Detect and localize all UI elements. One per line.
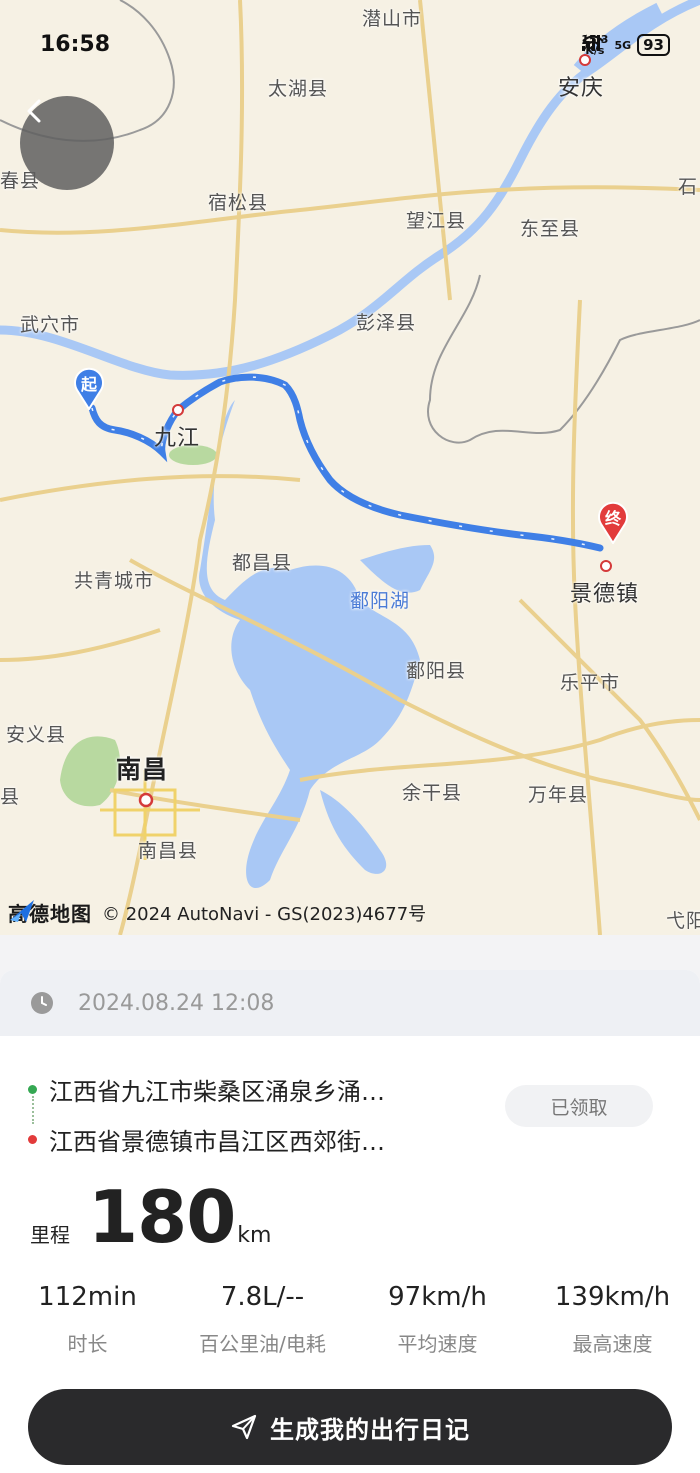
destination-address: 江西省景德镇市昌江区西郊街… [49, 1127, 385, 1156]
map-label: 彭泽县 [356, 312, 417, 334]
map-label: 潜山市 [362, 8, 423, 30]
map-label: 宿松县 [208, 192, 269, 214]
clock-icon [31, 992, 53, 1014]
start-marker-label: 起 [80, 375, 97, 394]
map-label: 武穴市 [20, 314, 81, 336]
map-label: 安义县 [6, 724, 67, 746]
map-label: 鄱阳县 [406, 660, 467, 682]
map-label: 太湖县 [268, 78, 329, 100]
stat-label: 时长 [67, 1332, 108, 1356]
distance-label: 里程 [30, 1223, 70, 1247]
map-label: 乐平市 [560, 672, 621, 694]
generate-journal-button[interactable]: 生成我的出行日记 [28, 1389, 672, 1465]
amap-logo-icon [10, 900, 34, 922]
back-button[interactable] [20, 96, 114, 190]
chevron-left-icon [27, 99, 41, 123]
stat-value: 112min [38, 1282, 137, 1312]
end-marker-label: 终 [604, 509, 621, 528]
stat-fuel: 7.8L/-- 百公里油/电耗 [175, 1282, 350, 1357]
stat-label: 最高速度 [572, 1332, 653, 1356]
charging-icon [582, 34, 591, 52]
map-label: 东至县 [520, 218, 581, 240]
map-label: 鄱阳湖 [350, 590, 411, 612]
send-icon [231, 1414, 257, 1440]
map-attribution: 高德地图 © 2024 AutoNavi - GS(2023)4677号 [8, 898, 426, 927]
distance-unit: km [237, 1223, 272, 1248]
map-label: 共青城市 [74, 570, 155, 592]
generate-journal-label: 生成我的出行日记 [270, 1415, 470, 1444]
map-label: 望江县 [406, 210, 467, 232]
map-label: 九江 [154, 426, 201, 451]
destination-row: 江西省景德镇市昌江区西郊街… [28, 1114, 385, 1164]
start-marker[interactable]: 起 [72, 366, 106, 410]
map-label: 弋阳 [666, 910, 700, 932]
stat-label: 百公里油/电耗 [199, 1332, 326, 1356]
stat-duration: 112min 时长 [0, 1282, 175, 1357]
map-label: 都昌县 [232, 552, 293, 574]
map-label: 南昌 [116, 755, 169, 784]
end-marker[interactable]: 终 [596, 500, 630, 544]
map-label: 南昌县 [138, 840, 199, 862]
trip-date-row: 2024.08.24 12:08 [0, 970, 700, 1036]
origin-dot [28, 1084, 37, 1094]
status-icons: 15.3 K/s 5G 93 [581, 34, 670, 56]
map-label: 安庆 [558, 76, 605, 101]
map-label: 万年县 [528, 784, 589, 806]
origin-row: 江西省九江市柴桑区涌泉乡涌… [28, 1064, 385, 1114]
stat-value: 139km/h [554, 1282, 671, 1312]
destination-dot [28, 1134, 37, 1144]
battery-indicator: 93 [637, 34, 670, 56]
map-label: 余干县 [402, 782, 463, 804]
trip-card: 2024.08.24 12:08 江西省九江市柴桑区涌泉乡涌… 江西省景德镇市昌… [0, 970, 700, 1473]
map-label: 石 [678, 176, 699, 198]
stat-avg-speed: 97km/h 平均速度 [350, 1282, 525, 1357]
map-label: 景德镇 [570, 582, 640, 607]
map-label: 县 [0, 786, 21, 808]
claimed-status-button[interactable]: 已领取 [505, 1085, 653, 1127]
stat-value: 7.8L/-- [220, 1282, 305, 1312]
distance-value: 180 [88, 1175, 236, 1259]
distance-summary: 里程 180 km [30, 1175, 271, 1259]
origin-address: 江西省九江市柴桑区涌泉乡涌… [49, 1077, 385, 1106]
route-addresses: 江西省九江市柴桑区涌泉乡涌… 江西省景德镇市昌江区西郊街… [28, 1064, 385, 1164]
stat-label: 平均速度 [397, 1332, 478, 1356]
stat-max-speed: 139km/h 最高速度 [525, 1282, 700, 1357]
status-time: 16:58 [40, 32, 111, 57]
trip-datetime: 2024.08.24 12:08 [78, 990, 275, 1016]
trip-stats: 112min 时长 7.8L/-- 百公里油/电耗 97km/h 平均速度 13… [0, 1282, 700, 1357]
network-type: 5G [614, 38, 632, 52]
stat-value: 97km/h [388, 1282, 487, 1312]
copyright-text: © 2024 AutoNavi - GS(2023)4677号 [102, 903, 427, 925]
map-view[interactable]: 潜山市 太湖县 安庆 宿松县 望江县 东至县 武穴市 彭泽县 九江 都昌县 鄱阳… [0, 0, 700, 935]
